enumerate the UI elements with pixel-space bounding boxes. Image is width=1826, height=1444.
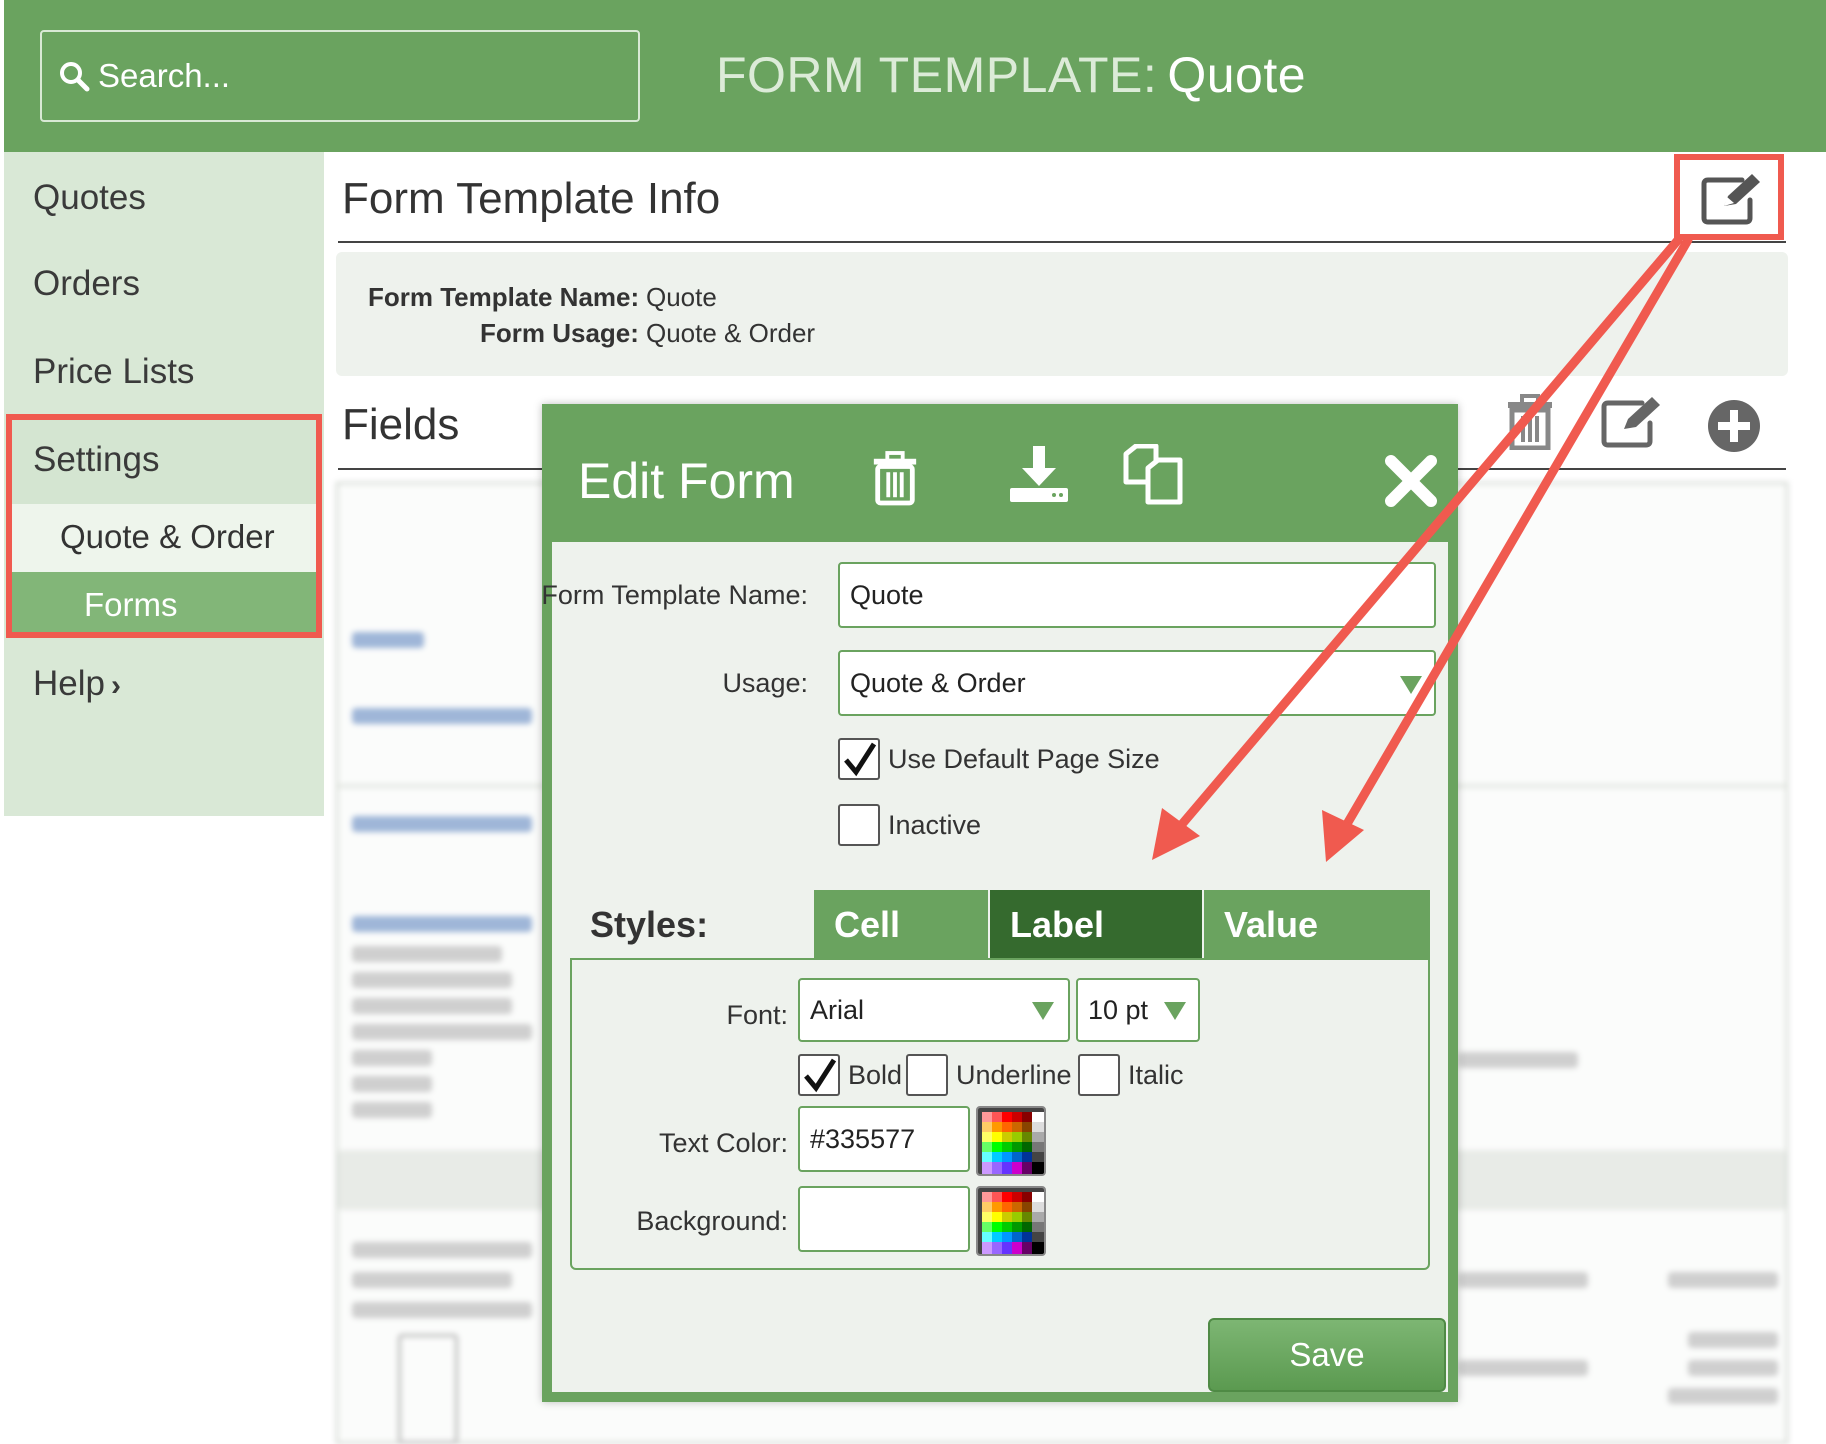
edit-icon	[1601, 397, 1660, 448]
text-color-input[interactable]: #335577	[798, 1106, 970, 1172]
underline-label: Underline	[956, 1060, 1072, 1090]
inactive-checkbox[interactable]	[838, 804, 880, 846]
italic-checkbox[interactable]	[1078, 1054, 1120, 1096]
text-color-label: Text Color:	[658, 1128, 788, 1158]
underline-checkbox[interactable]	[906, 1054, 948, 1096]
app-header: Search... FORM TEMPLATE: Quote	[4, 0, 1826, 152]
trash-icon	[873, 451, 917, 506]
text-color-picker[interactable]	[976, 1106, 1046, 1176]
tab-label[interactable]: Label	[990, 890, 1202, 960]
info-usage-value: Quote & Order	[646, 318, 816, 348]
page-title-prefix: FORM TEMPLATE:	[716, 47, 1158, 103]
fields-section-title: Fields	[342, 400, 460, 449]
edit-info-button[interactable]	[1674, 154, 1784, 240]
info-name-row: Form Template Name:	[368, 282, 639, 313]
font-size-select[interactable]: 10 pt	[1076, 978, 1200, 1042]
style-settings-panel: Font: Arial 10 pt Bold Underline Italic …	[570, 958, 1430, 1270]
italic-label: Italic	[1128, 1060, 1184, 1090]
font-size-value: 10 pt	[1088, 994, 1149, 1025]
color-palette-icon	[978, 1108, 1044, 1174]
font-select[interactable]: Arial	[798, 978, 1070, 1042]
page-title-value: Quote	[1167, 47, 1307, 103]
dialog-header: Edit Form	[552, 414, 1448, 542]
default-page-size-checkbox[interactable]	[838, 738, 880, 780]
trash-icon	[1508, 394, 1552, 451]
sidebar-item-orders[interactable]: Orders	[33, 264, 140, 304]
fields-add-button[interactable]	[1706, 398, 1762, 459]
chevron-right-icon: ›	[110, 669, 121, 702]
save-button[interactable]: Save	[1208, 1318, 1446, 1392]
checkmark-icon	[844, 742, 877, 777]
background-color-picker[interactable]	[976, 1186, 1046, 1256]
template-name-input[interactable]: Quote	[838, 562, 1436, 628]
copy-icon	[1123, 443, 1183, 505]
bold-checkbox[interactable]	[798, 1054, 840, 1096]
fields-edit-button[interactable]	[1600, 394, 1666, 455]
plus-circle-icon	[1708, 400, 1760, 452]
info-panel: Form Template Name: Quote Form Usage: Qu…	[336, 252, 1788, 376]
chevron-down-icon	[1164, 1002, 1186, 1020]
background-color-input[interactable]	[798, 1186, 970, 1252]
tab-cell[interactable]: Cell	[814, 890, 988, 960]
edit-form-dialog: Edit Form Form Template Name: Quote Usag…	[541, 404, 1458, 1402]
dialog-copy-button[interactable]	[1122, 443, 1186, 511]
sidebar-item-quotes[interactable]: Quotes	[33, 178, 146, 218]
tab-value[interactable]: Value	[1204, 890, 1430, 960]
inactive-label: Inactive	[888, 810, 982, 840]
styles-label: Styles:	[590, 904, 709, 945]
bold-label: Bold	[848, 1060, 903, 1090]
search-box[interactable]: Search...	[40, 30, 640, 122]
fields-delete-button[interactable]	[1504, 394, 1556, 455]
default-page-size-label: Use Default Page Size	[888, 744, 1160, 774]
usage-select-value: Quote & Order	[850, 667, 1026, 698]
help-label: Help	[33, 664, 105, 703]
chevron-down-icon	[1400, 676, 1422, 694]
dialog-delete-button[interactable]	[870, 450, 920, 511]
search-placeholder: Search...	[98, 57, 231, 94]
info-section-title: Form Template Info	[342, 174, 721, 223]
sidebar-item-price-lists[interactable]: Price Lists	[33, 352, 194, 392]
usage-label: Usage:	[722, 668, 808, 698]
edit-icon	[1701, 174, 1760, 225]
info-name-value: Quote	[646, 282, 717, 312]
info-usage-row: Form Usage:	[480, 318, 639, 349]
font-select-value: Arial	[810, 994, 865, 1025]
info-divider	[338, 241, 1786, 243]
template-name-label: Form Template Name:	[541, 580, 808, 610]
checkmark-icon	[804, 1058, 837, 1093]
download-icon	[1010, 446, 1068, 502]
usage-select[interactable]: Quote & Order	[838, 650, 1436, 716]
dialog-title: Edit Form	[578, 453, 795, 509]
info-name-label: Form Template Name:	[368, 282, 640, 312]
settings-callout-box	[6, 414, 322, 638]
color-palette-icon	[978, 1188, 1044, 1254]
sidebar-item-help[interactable]: Help ›	[33, 664, 121, 704]
info-usage-label: Form Usage:	[480, 318, 639, 348]
dialog-download-button[interactable]	[1008, 444, 1070, 509]
close-icon	[1385, 455, 1437, 507]
font-label: Font:	[726, 1000, 788, 1030]
search-icon	[60, 62, 90, 92]
background-label: Background:	[636, 1206, 788, 1236]
dialog-close-button[interactable]	[1384, 454, 1438, 513]
page-title: FORM TEMPLATE: Quote	[716, 46, 1306, 104]
chevron-down-icon	[1032, 1002, 1054, 1020]
